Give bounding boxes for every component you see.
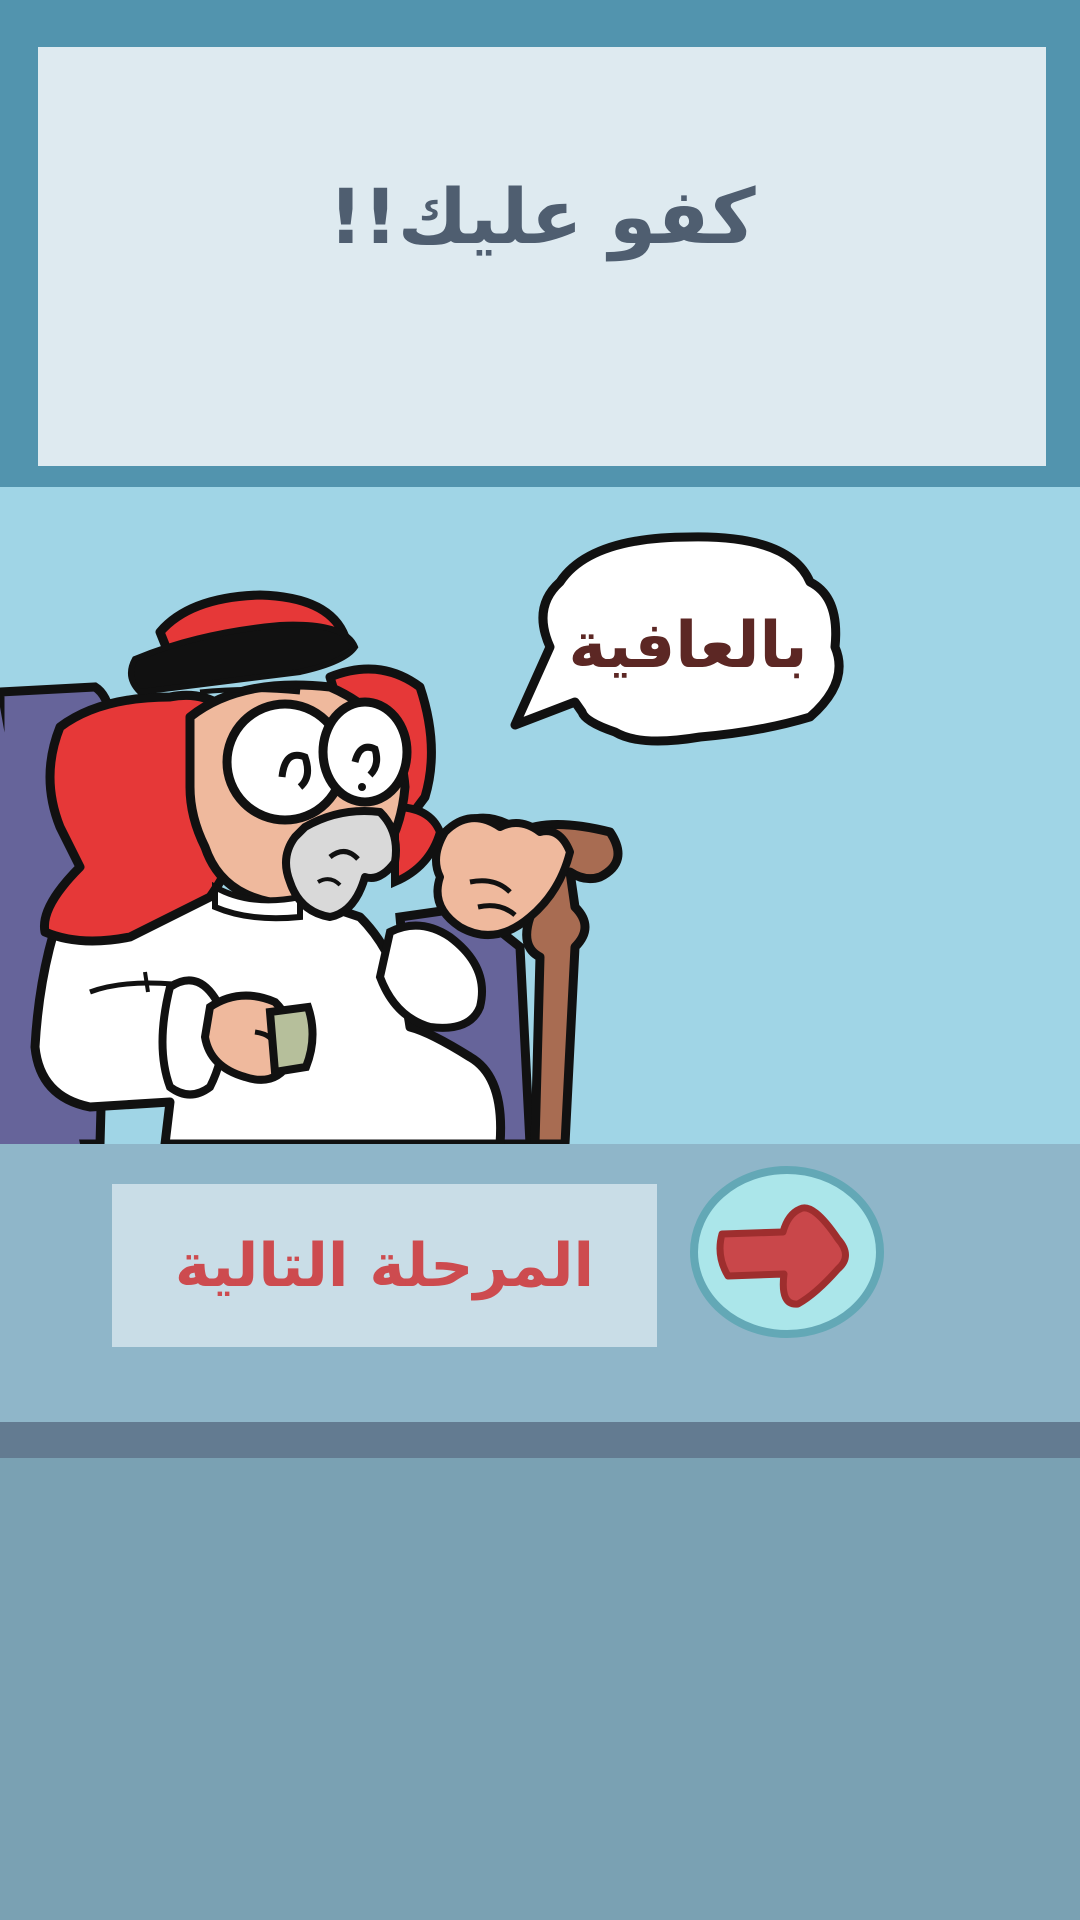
next-stage-label: المرحلة التالية xyxy=(174,1230,595,1301)
next-stage-button[interactable]: المرحلة التالية xyxy=(112,1184,657,1347)
speech-bubble-text: بالعافية xyxy=(568,609,807,683)
success-message: كفو عليك!! xyxy=(328,172,756,261)
divider-strip xyxy=(0,1422,1080,1458)
next-arrow-button[interactable] xyxy=(688,1164,886,1344)
header-band: كفو عليك!! xyxy=(0,0,1080,487)
title-panel: كفو عليك!! xyxy=(38,47,1046,466)
controls-band: المرحلة التالية xyxy=(0,1144,1080,1422)
illustration-scene: بالعافية xyxy=(0,487,1080,1144)
lower-empty-area xyxy=(0,1458,1080,1920)
arrow-right-icon xyxy=(690,1166,884,1338)
old-man-illustration: بالعافية xyxy=(0,532,844,1144)
